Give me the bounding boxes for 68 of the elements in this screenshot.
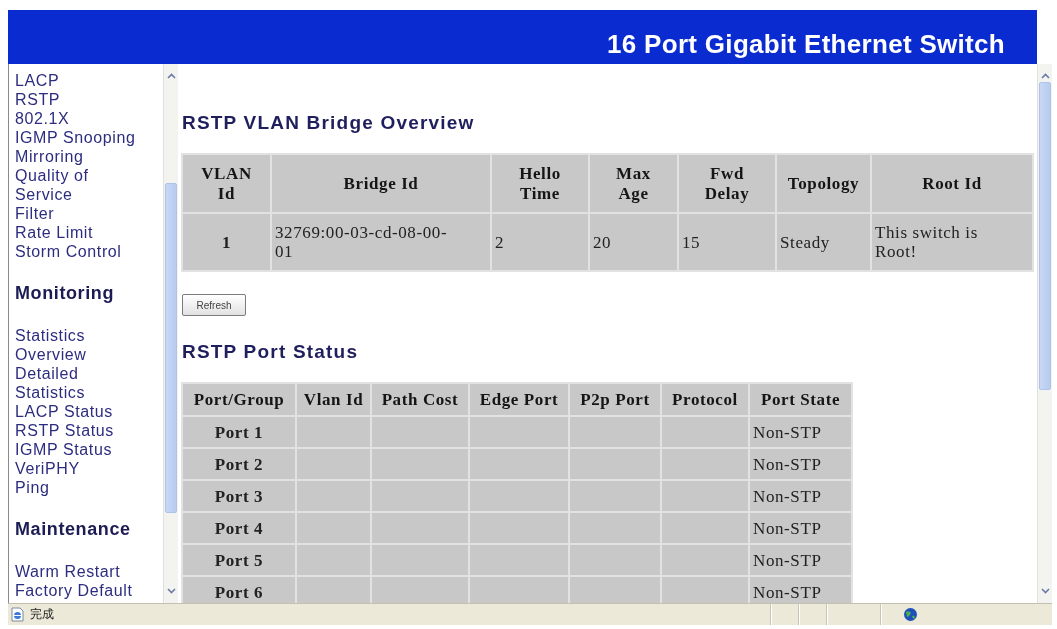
column-header: Max Age: [590, 155, 677, 212]
table-cell: Port 5: [183, 545, 295, 575]
sidebar-link[interactable]: RSTP: [15, 90, 61, 109]
sidebar-link[interactable]: Filter: [15, 204, 55, 223]
column-header: Hello Time: [492, 155, 588, 212]
table-cell: Port 6: [183, 577, 295, 603]
table-cell: Port 3: [183, 481, 295, 511]
sidebar-link[interactable]: Quality of Service: [15, 166, 145, 204]
sidebar-link[interactable]: Detailed Statistics: [15, 364, 145, 402]
table-cell: Port 2: [183, 449, 295, 479]
table-cell: Non-STP: [750, 417, 851, 447]
sidebar-link[interactable]: Statistics Overview: [15, 326, 145, 364]
table-cell: Non-STP: [750, 513, 851, 543]
table-cell: 20: [590, 214, 677, 270]
section-title: RSTP VLAN Bridge Overview: [182, 112, 475, 133]
table-cell: 2: [492, 214, 588, 270]
sidebar-link[interactable]: LACP: [15, 71, 60, 90]
sidebar-link[interactable]: LACP Status: [15, 402, 113, 421]
scrollbar-thumb[interactable]: [165, 183, 177, 513]
column-header: Root Id: [872, 155, 1032, 212]
globe-icon: [903, 607, 918, 622]
column-header: Protocol: [662, 384, 748, 415]
sidebar-link[interactable]: IGMP Snooping: [15, 128, 136, 147]
sidebar-link[interactable]: Storm Control: [15, 242, 122, 261]
scrollbar[interactable]: [1037, 64, 1052, 603]
section-title: RSTP Port Status: [182, 341, 359, 362]
status-text: 完成: [30, 606, 54, 623]
table-cell: 1: [183, 214, 270, 270]
table-cell: Port 4: [183, 513, 295, 543]
sidebar-link[interactable]: Rate Limit: [15, 223, 94, 242]
sidebar-link[interactable]: Factory Default: [15, 581, 133, 600]
sidebar-link[interactable]: Warm Restart: [15, 562, 121, 581]
scrollbar[interactable]: [163, 64, 178, 603]
sidebar-heading: Monitoring: [15, 282, 114, 304]
column-header: Port/Group: [183, 384, 295, 415]
sidebar-link[interactable]: Ping: [15, 478, 50, 497]
sidebar-heading: Maintenance: [15, 518, 131, 540]
table-cell: Non-STP: [750, 545, 851, 575]
table-cell: This switch is Root!: [872, 214, 1032, 270]
sidebar-link[interactable]: IGMP Status: [15, 440, 112, 459]
table-cell: Steady: [777, 214, 870, 270]
chevron-up-icon[interactable]: [1040, 73, 1050, 79]
column-header: P2p Port: [570, 384, 660, 415]
chevron-down-icon[interactable]: [166, 588, 176, 594]
sidebar-link[interactable]: RSTP Status: [15, 421, 114, 440]
column-header: Edge Port: [470, 384, 568, 415]
sidebar-link[interactable]: 802.1X: [15, 109, 70, 128]
sidebar-link[interactable]: VeriPHY: [15, 459, 80, 478]
table-cell: 15: [679, 214, 775, 270]
table-cell: Non-STP: [750, 577, 851, 603]
column-header: Port State: [750, 384, 851, 415]
refresh-button[interactable]: Refresh: [182, 294, 246, 316]
sidebar-link[interactable]: Mirroring: [15, 147, 84, 166]
chevron-down-icon[interactable]: [1040, 588, 1050, 594]
table-cell: Non-STP: [750, 481, 851, 511]
column-header: Vlan Id: [297, 384, 370, 415]
chevron-up-icon[interactable]: [166, 73, 176, 79]
page-title: 16 Port Gigabit Ethernet Switch: [607, 29, 1005, 59]
table-cell: Port 1: [183, 417, 295, 447]
column-header: Path Cost: [372, 384, 468, 415]
column-header: Fwd Delay: [679, 155, 775, 212]
column-header: VLAN Id: [183, 155, 270, 212]
column-header: Topology: [777, 155, 870, 212]
page-icon: [10, 607, 25, 622]
table-cell: Non-STP: [750, 449, 851, 479]
table-cell: 32769:00-03-cd-08-00-01: [272, 214, 490, 270]
scrollbar-thumb[interactable]: [1039, 82, 1051, 390]
column-header: Bridge Id: [272, 155, 490, 212]
